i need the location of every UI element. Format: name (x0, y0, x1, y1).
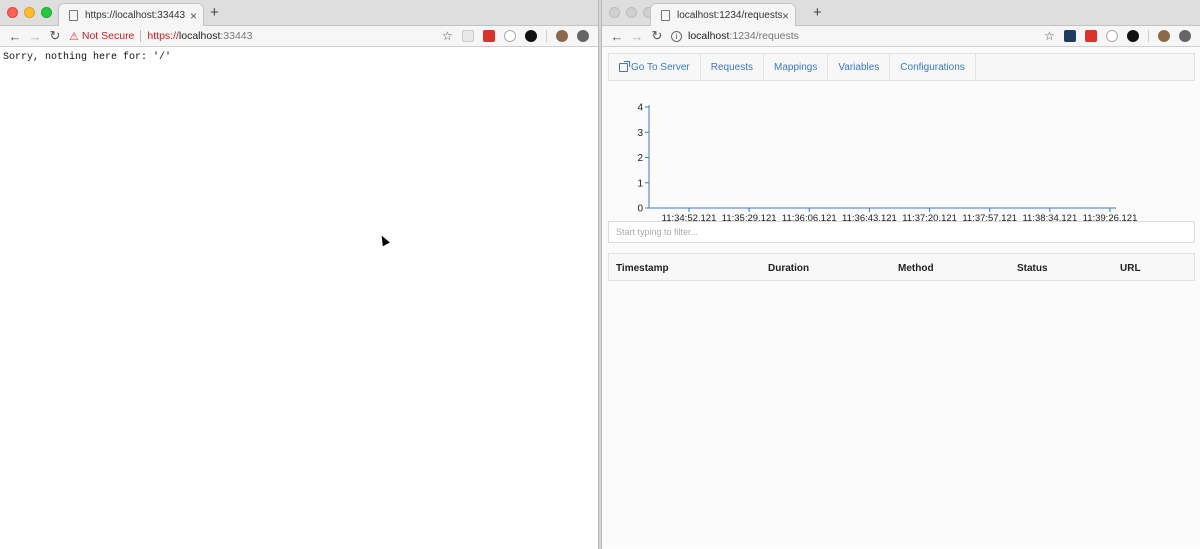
address-bar[interactable]: i localhost:1234/requests (671, 27, 799, 46)
external-link-icon (619, 61, 630, 72)
forward-button[interactable]: → (627, 29, 647, 44)
address-separator (140, 30, 142, 42)
extension-react-icon[interactable] (1063, 30, 1076, 42)
url-host: localhost (688, 30, 730, 42)
warning-icon[interactable]: ⚠ (69, 30, 79, 43)
page-icon (661, 10, 670, 21)
close-window-icon[interactable] (609, 7, 620, 18)
extension-area: ☆ (442, 30, 589, 42)
url-port: :33443 (220, 30, 253, 42)
extension-red-icon[interactable] (482, 30, 495, 42)
col-method[interactable]: Method (898, 263, 934, 274)
extension-dark-icon[interactable] (524, 30, 537, 42)
minimize-window-icon[interactable] (24, 7, 35, 18)
new-tab-button[interactable]: + (813, 4, 822, 21)
url-host: localhost (178, 30, 221, 42)
info-icon[interactable]: i (671, 30, 682, 42)
back-button[interactable]: ← (607, 29, 627, 44)
reload-button[interactable]: ↻ (45, 28, 65, 44)
url-scheme: https:// (147, 30, 179, 42)
col-duration[interactable]: Duration (768, 263, 809, 274)
nav-variables[interactable]: Variables (828, 54, 891, 81)
filter-input[interactable]: Start typing to filter... (608, 221, 1195, 243)
minimize-window-icon[interactable] (626, 7, 637, 18)
y-tick-label: 2 (637, 153, 643, 164)
y-tick-label: 4 (637, 103, 643, 114)
forward-button[interactable]: → (25, 29, 45, 44)
requests-chart: 0123411:34:52.121 11:35:29.121 11:36:06.12… (637, 103, 1137, 224)
bookmark-star-icon[interactable]: ☆ (1044, 30, 1055, 42)
extension-blank-icon[interactable] (461, 30, 474, 42)
nav-requests[interactable]: Requests (701, 54, 764, 81)
left-browser-window: https://localhost:33443 × + ← → ↻ ⚠ Not … (0, 0, 598, 549)
left-traffic-lights (7, 7, 52, 18)
mouse-cursor-icon (378, 233, 390, 247)
not-found-message: Sorry, nothing here for: '/' (3, 52, 172, 63)
right-toolbar: ← → ↻ i localhost:1234/requests ☆ (602, 26, 1200, 47)
extension-red-icon[interactable] (1084, 30, 1097, 42)
nav-go-to-server-label: Go To Server (631, 62, 690, 73)
nav-configurations[interactable]: Configurations (890, 54, 976, 81)
left-toolbar: ← → ↻ ⚠ Not Secure https://localhost:334… (0, 26, 598, 47)
toolbar-separator (545, 30, 547, 42)
nav-mappings[interactable]: Mappings (764, 54, 829, 81)
reload-button[interactable]: ↻ (647, 28, 667, 44)
right-tabstrip: localhost:1234/requests × + (602, 0, 1200, 27)
profile-avatar-icon[interactable] (1157, 30, 1170, 42)
extension-dark-icon[interactable] (1126, 30, 1139, 42)
left-tabstrip: https://localhost:33443 × + (0, 0, 598, 27)
tab-title: localhost:1234/requests (677, 10, 782, 21)
left-page-content: Sorry, nothing here for: '/' (0, 47, 598, 547)
toolbar-separator (1147, 30, 1149, 42)
y-tick-label: 0 (637, 204, 643, 215)
settings-gear-icon[interactable] (576, 30, 589, 42)
back-button[interactable]: ← (5, 29, 25, 44)
col-status[interactable]: Status (1017, 263, 1048, 274)
page-icon (69, 10, 78, 21)
extension-circle-icon[interactable] (503, 30, 516, 42)
app-navbar: Go To Server Requests Mappings Variables… (608, 53, 1195, 81)
bookmark-star-icon[interactable]: ☆ (442, 30, 453, 42)
settings-gear-icon[interactable] (1178, 30, 1191, 42)
close-window-icon[interactable] (7, 7, 18, 18)
col-url[interactable]: URL (1120, 263, 1141, 274)
right-traffic-lights (609, 7, 654, 18)
extension-circle-icon[interactable] (1105, 30, 1118, 42)
y-tick-label: 3 (637, 128, 643, 139)
zoom-window-icon[interactable] (41, 7, 52, 18)
col-timestamp[interactable]: Timestamp (616, 263, 669, 274)
tab-close-icon[interactable]: × (782, 9, 789, 23)
not-secure-label[interactable]: Not Secure (82, 30, 135, 42)
right-browser-window: localhost:1234/requests × + ← → ↻ i loca… (602, 0, 1200, 549)
extension-area: ☆ (1044, 30, 1191, 42)
nav-go-to-server[interactable]: Go To Server (609, 54, 701, 81)
tab-title: https://localhost:33443 (85, 10, 186, 21)
profile-avatar-icon[interactable] (555, 30, 568, 42)
y-tick-label: 1 (637, 178, 643, 189)
url-path: :1234/requests (729, 30, 799, 42)
address-bar[interactable]: ⚠ Not Secure https://localhost:33443 (69, 27, 253, 46)
right-page-content: Go To Server Requests Mappings Variables… (602, 47, 1200, 547)
tab-close-icon[interactable]: × (190, 9, 197, 23)
left-tab[interactable]: https://localhost:33443 × (58, 3, 204, 27)
right-tab[interactable]: localhost:1234/requests × (650, 3, 796, 27)
requests-table-header: Timestamp Duration Method Status URL (608, 253, 1195, 281)
new-tab-button[interactable]: + (210, 4, 219, 21)
